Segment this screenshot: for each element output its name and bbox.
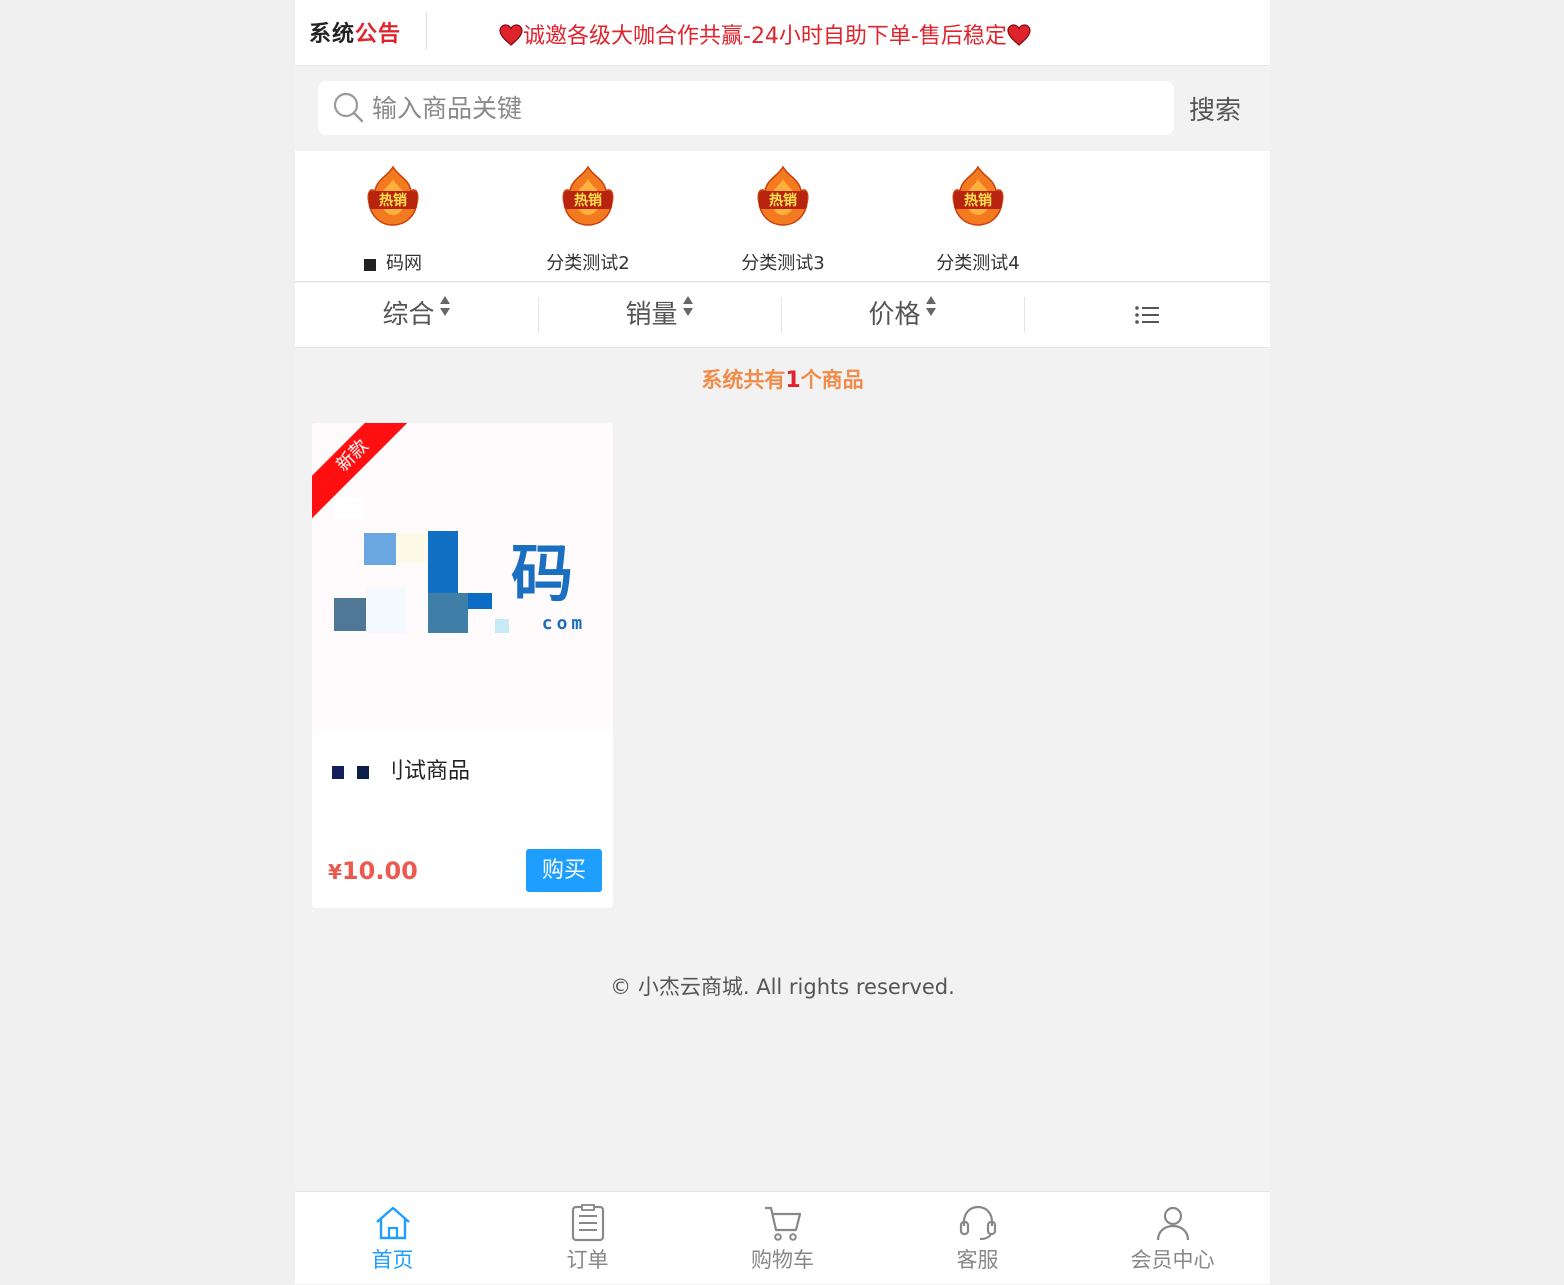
cart-icon — [765, 1206, 802, 1241]
product-card[interactable]: 码 com 新款 刂试商品 ¥10.00 购买 — [312, 423, 613, 908]
sort-bar: 综合 销量 价格 — [295, 283, 1270, 348]
tab-customer-service[interactable]: 客服 — [880, 1192, 1075, 1285]
copyright: © 小杰云商城. All rights reserved. — [610, 975, 955, 999]
bottom-tab-bar: 首页 订单 购物车 客服 会员中心 — [295, 1191, 1270, 1284]
tab-orders[interactable]: 订单 — [490, 1192, 685, 1285]
category-label: 分类测试3 — [741, 253, 825, 274]
search-icon — [333, 92, 364, 123]
sort-arrows-icon — [682, 296, 693, 316]
svg-text:热销: 热销 — [964, 192, 992, 209]
buy-button[interactable]: 购买 — [526, 849, 602, 892]
sort-price[interactable]: 价格 — [781, 283, 1024, 348]
tab-home[interactable]: 首页 — [295, 1192, 490, 1285]
home-icon — [376, 1206, 410, 1240]
redaction-mark — [357, 766, 369, 779]
hot-sale-icon: 热销 — [562, 165, 614, 226]
svg-text:热销: 热销 — [769, 192, 797, 209]
svg-text:com: com — [542, 613, 587, 634]
hot-sale-icon: 热销 — [367, 165, 419, 226]
svg-text:码: 码 — [511, 537, 573, 610]
svg-text:热销: 热销 — [574, 192, 602, 209]
notice-logo-text-2: 公告 — [355, 22, 402, 47]
redaction-mark — [332, 766, 344, 779]
sort-comprehensive[interactable]: 综合 — [295, 283, 538, 348]
orders-icon — [571, 1204, 605, 1242]
hot-sale-icon: 热销 — [757, 165, 809, 226]
product-image: 码 com 新款 — [312, 423, 613, 729]
heart-icon — [1007, 24, 1031, 46]
category-label: 码网 — [386, 253, 422, 274]
list-icon — [1135, 306, 1159, 324]
user-icon — [1156, 1206, 1190, 1241]
notice-marquee: 诚邀各级大咖合作共赢-24小时自助下单-售后稳定 — [499, 18, 1031, 50]
heart-icon — [499, 24, 523, 46]
notice-logo: 系统公告 — [309, 16, 401, 48]
product-price: ¥10.00 — [328, 857, 418, 885]
notice-text: 诚邀各级大咖合作共赢-24小时自助下单-售后稳定 — [523, 24, 1007, 49]
notice-divider — [426, 12, 427, 50]
category-bar: 热销 码网 热销 分类测试2 热销 分类测试3 热销 分类测试4 — [295, 151, 1270, 282]
category-item[interactable]: 热销 分类测试4 — [913, 165, 1043, 275]
view-toggle-button[interactable] — [1024, 283, 1270, 348]
category-label: 分类测试2 — [546, 253, 630, 274]
hot-sale-icon: 热销 — [952, 165, 1004, 226]
sort-arrows-icon — [925, 296, 936, 316]
search-input[interactable] — [372, 90, 522, 126]
redaction-mark — [364, 259, 376, 271]
search-button[interactable]: 搜索 — [1189, 90, 1241, 127]
notice-bar: 系统公告 诚邀各级大咖合作共赢-24小时自助下单-售后稳定 — [295, 0, 1270, 66]
headset-icon — [959, 1205, 997, 1240]
search-bar: 搜索 — [295, 66, 1270, 151]
category-label: 分类测试4 — [936, 253, 1020, 274]
category-item[interactable]: 热销 码网 — [328, 165, 458, 275]
product-name: 刂试商品 — [332, 753, 470, 785]
notice-logo-text-1: 系统 — [309, 22, 356, 47]
category-item[interactable]: 热销 分类测试3 — [718, 165, 848, 275]
sort-arrows-icon — [439, 296, 450, 316]
search-box — [318, 81, 1174, 135]
tab-member-center[interactable]: 会员中心 — [1075, 1192, 1270, 1285]
product-count: 系统共有1个商品 — [701, 368, 864, 393]
category-item[interactable]: 热销 分类测试2 — [523, 165, 653, 275]
product-count-number: 1 — [785, 368, 801, 393]
tab-cart[interactable]: 购物车 — [685, 1192, 880, 1285]
svg-text:热销: 热销 — [379, 192, 407, 209]
sort-sales[interactable]: 销量 — [538, 283, 781, 348]
page: 系统公告 诚邀各级大咖合作共赢-24小时自助下单-售后稳定 搜索 热销 码网 — [295, 0, 1270, 1284]
